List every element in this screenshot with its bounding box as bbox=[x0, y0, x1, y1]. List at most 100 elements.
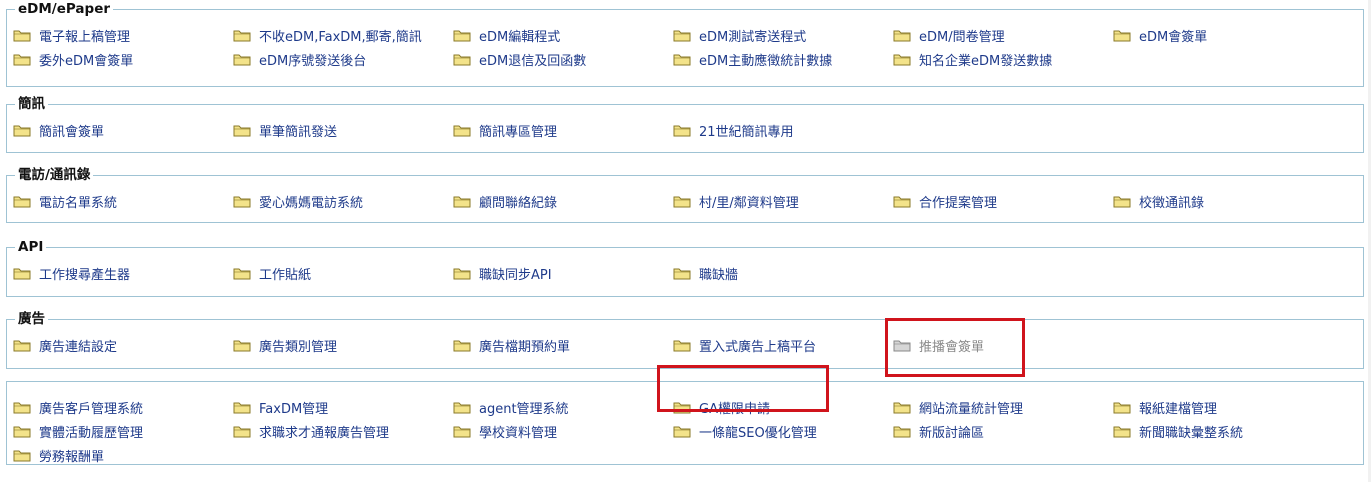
menu-link-label: eDM/問卷管理 bbox=[919, 29, 1005, 45]
folder-icon bbox=[233, 123, 259, 137]
menu-link[interactable]: 勞務報酬單 bbox=[13, 444, 104, 466]
menu-link-label: 勞務報酬單 bbox=[39, 449, 105, 465]
folder-icon bbox=[673, 266, 699, 280]
menu-link-label: 推播會簽單 bbox=[919, 339, 985, 355]
menu-link[interactable]: 置入式廣告上稿平台 bbox=[673, 334, 816, 356]
menu-link[interactable]: 知名企業eDM發送數據 bbox=[893, 48, 1052, 70]
menu-link[interactable]: 工作貼紙 bbox=[233, 262, 311, 284]
folder-icon bbox=[453, 400, 479, 414]
folder-icon bbox=[673, 52, 699, 66]
folder-icon bbox=[233, 194, 259, 208]
folder-icon bbox=[233, 52, 259, 66]
menu-link[interactable]: 廣告類別管理 bbox=[233, 334, 337, 356]
menu-link-label: 電子報上稿管理 bbox=[39, 29, 131, 45]
menu-link-label: eDM主動應徵統計數據 bbox=[699, 53, 833, 69]
folder-icon bbox=[1113, 194, 1139, 208]
section-title: 簡訊 bbox=[15, 95, 48, 113]
menu-link-label: 實體活動履歷管理 bbox=[39, 425, 144, 441]
menu-link-label: 廣告類別管理 bbox=[259, 339, 338, 355]
menu-link[interactable]: 校徵通訊錄 bbox=[1113, 190, 1204, 212]
menu-link[interactable]: 廣告客戶管理系統 bbox=[13, 396, 143, 418]
section-title: eDM/ePaper bbox=[15, 0, 114, 18]
section-title: API bbox=[15, 238, 47, 256]
menu-link-label: 職缺同步API bbox=[479, 267, 552, 283]
menu-link[interactable]: eDM會簽單 bbox=[1113, 24, 1207, 46]
folder-icon bbox=[893, 338, 919, 352]
menu-link[interactable]: 不收eDM,FaxDM,郵寄,簡訊 bbox=[233, 24, 422, 46]
menu-link[interactable]: agent管理系統 bbox=[453, 396, 569, 418]
menu-link[interactable]: eDM測試寄送程式 bbox=[673, 24, 806, 46]
menu-link-label: 工作貼紙 bbox=[259, 267, 312, 283]
menu-link[interactable]: 學校資料管理 bbox=[453, 420, 557, 442]
menu-link[interactable]: 21世紀簡訊專用 bbox=[673, 119, 794, 141]
menu-link[interactable]: eDM退信及回函數 bbox=[453, 48, 586, 70]
folder-icon bbox=[1113, 28, 1139, 42]
menu-link-label: 愛心媽媽電訪系統 bbox=[259, 195, 364, 211]
menu-link-label: agent管理系統 bbox=[479, 401, 569, 417]
menu-link[interactable]: 網站流量統計管理 bbox=[893, 396, 1023, 418]
folder-icon bbox=[233, 400, 259, 414]
folder-icon bbox=[13, 424, 39, 438]
menu-link-label: 學校資料管理 bbox=[479, 425, 558, 441]
folder-icon bbox=[893, 194, 919, 208]
menu-link-label: 置入式廣告上稿平台 bbox=[699, 339, 817, 355]
folder-icon bbox=[673, 424, 699, 438]
folder-icon bbox=[673, 338, 699, 352]
menu-link[interactable]: 新聞職缺彙整系統 bbox=[1113, 420, 1243, 442]
menu-link-label: GA權限申請 bbox=[699, 401, 770, 417]
menu-link-label: 單筆簡訊發送 bbox=[259, 124, 338, 140]
menu-link[interactable]: eDM/問卷管理 bbox=[893, 24, 1005, 46]
menu-link-label: 一條龍SEO優化管理 bbox=[699, 425, 817, 441]
menu-link[interactable]: 求職求才通報廣告管理 bbox=[233, 420, 389, 442]
menu-link-label: 村/里/鄰資料管理 bbox=[699, 195, 799, 211]
folder-icon bbox=[13, 338, 39, 352]
menu-link[interactable]: 廣告檔期預約單 bbox=[453, 334, 570, 356]
menu-link[interactable]: 新版討論區 bbox=[893, 420, 984, 442]
menu-link[interactable]: 實體活動履歷管理 bbox=[13, 420, 143, 442]
menu-link[interactable]: 委外eDM會簽單 bbox=[13, 48, 133, 70]
menu-link[interactable]: 廣告連結設定 bbox=[13, 334, 117, 356]
menu-link[interactable]: 報紙建檔管理 bbox=[1113, 396, 1217, 418]
menu-link[interactable]: eDM序號發送後台 bbox=[233, 48, 366, 70]
folder-icon bbox=[13, 400, 39, 414]
menu-link[interactable]: 單筆簡訊發送 bbox=[233, 119, 337, 141]
menu-link[interactable]: 愛心媽媽電訪系統 bbox=[233, 190, 363, 212]
menu-link[interactable]: 顧問聯絡紀錄 bbox=[453, 190, 557, 212]
menu-link[interactable]: 推播會簽單 bbox=[893, 334, 984, 356]
menu-link[interactable]: 職缺同步API bbox=[453, 262, 552, 284]
section-5: 廣告 廣告連結設定 廣告類別管理 廣告檔期預約單 置入式廣告上稿平台 推播會簽單 bbox=[6, 310, 1364, 369]
folder-icon bbox=[13, 28, 39, 42]
menu-link[interactable]: 工作搜尋產生器 bbox=[13, 262, 130, 284]
folder-icon bbox=[673, 194, 699, 208]
menu-link[interactable]: 合作提案管理 bbox=[893, 190, 997, 212]
menu-link[interactable]: GA權限申請 bbox=[673, 396, 770, 418]
menu-link[interactable]: 電訪名單系統 bbox=[13, 190, 117, 212]
menu-link-label: eDM測試寄送程式 bbox=[699, 29, 807, 45]
section-3: 電訪/通訊錄 電訪名單系統 愛心媽媽電訪系統 顧問聯絡紀錄 村/里/鄰資料管理 合作提案管… bbox=[6, 166, 1364, 223]
menu-link[interactable]: 一條龍SEO優化管理 bbox=[673, 420, 817, 442]
menu-link[interactable]: 簡訊專區管理 bbox=[453, 119, 557, 141]
menu-link-label: 顧問聯絡紀錄 bbox=[479, 195, 558, 211]
menu-link-label: 廣告連結設定 bbox=[39, 339, 118, 355]
menu-link[interactable]: FaxDM管理 bbox=[233, 396, 328, 418]
menu-link[interactable]: 簡訊會簽單 bbox=[13, 119, 104, 141]
menu-link[interactable]: 電子報上稿管理 bbox=[13, 24, 130, 46]
folder-icon bbox=[673, 28, 699, 42]
folder-icon bbox=[453, 266, 479, 280]
menu-link-label: 廣告檔期預約單 bbox=[479, 339, 571, 355]
menu-link[interactable]: 村/里/鄰資料管理 bbox=[673, 190, 799, 212]
section-2: 簡訊簡訊會簽單 單筆簡訊發送 簡訊專區管理 21世紀簡訊專用 bbox=[6, 95, 1364, 153]
folder-icon bbox=[13, 266, 39, 280]
menu-link-label: 新版討論區 bbox=[919, 425, 985, 441]
menu-link[interactable]: eDM編輯程式 bbox=[453, 24, 560, 46]
menu-link-label: 報紙建檔管理 bbox=[1139, 401, 1218, 417]
folder-icon bbox=[453, 52, 479, 66]
menu-link[interactable]: eDM主動應徵統計數據 bbox=[673, 48, 832, 70]
folder-icon bbox=[673, 400, 699, 414]
folder-icon bbox=[453, 424, 479, 438]
folder-icon bbox=[893, 424, 919, 438]
folder-icon bbox=[13, 123, 39, 137]
menu-link[interactable]: 職缺牆 bbox=[673, 262, 738, 284]
menu-link-label: 委外eDM會簽單 bbox=[39, 53, 134, 69]
folder-icon bbox=[1113, 424, 1139, 438]
